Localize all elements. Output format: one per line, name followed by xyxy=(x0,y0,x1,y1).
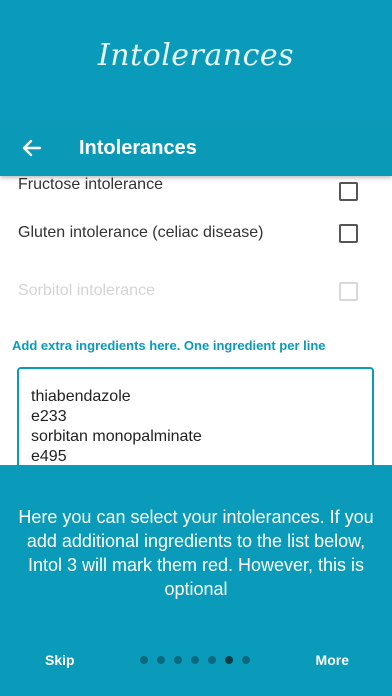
extra-ingredients-hint: Add extra ingredients here. One ingredie… xyxy=(12,338,326,353)
ingredient-line: e495 xyxy=(31,448,67,465)
page-title: Intolerances xyxy=(79,136,197,159)
page-dot xyxy=(242,656,250,664)
checkbox[interactable] xyxy=(339,281,358,301)
checkbox[interactable] xyxy=(339,182,358,201)
back-button[interactable] xyxy=(20,136,44,160)
page-indicator xyxy=(140,656,250,664)
brand-title: Intolerances xyxy=(97,38,295,73)
page-dot xyxy=(191,656,199,664)
intolerance-label: Gluten intolerance (celiac disease) xyxy=(18,224,264,241)
ingredient-line: sorbitan monopalminate xyxy=(31,428,202,445)
page-dot xyxy=(174,656,182,664)
intolerance-row-gluten[interactable]: Gluten intolerance (celiac disease) xyxy=(0,204,392,262)
page-dot xyxy=(208,656,216,664)
ingredient-line: e233 xyxy=(31,408,67,425)
page-dot-active xyxy=(225,656,233,664)
arrow-left-icon xyxy=(22,139,42,157)
intolerance-label: Sorbitol intolerance xyxy=(18,282,155,299)
more-button[interactable]: More xyxy=(316,652,349,668)
skip-button[interactable]: Skip xyxy=(45,652,75,668)
intolerance-row-fructose[interactable]: Fructose intolerance xyxy=(0,176,392,204)
intolerance-label: Fructose intolerance xyxy=(18,176,163,193)
checkbox[interactable] xyxy=(339,223,358,243)
intolerance-list: Fructose intolerance Gluten intolerance … xyxy=(0,176,392,320)
page-dot xyxy=(140,656,148,664)
ingredient-line: thiabendazole xyxy=(31,388,131,405)
intolerance-row-sorbitol[interactable]: Sorbitol intolerance xyxy=(0,262,392,320)
app-preview: Intolerances Fructose intolerance Gluten… xyxy=(0,120,392,465)
extra-ingredients-input[interactable]: thiabendazole e233 sorbitan monopalminat… xyxy=(17,367,374,465)
page-dot xyxy=(157,656,165,664)
onboarding-message: Here you can select your intolerances. I… xyxy=(18,507,374,599)
app-bar: Intolerances xyxy=(0,120,392,176)
